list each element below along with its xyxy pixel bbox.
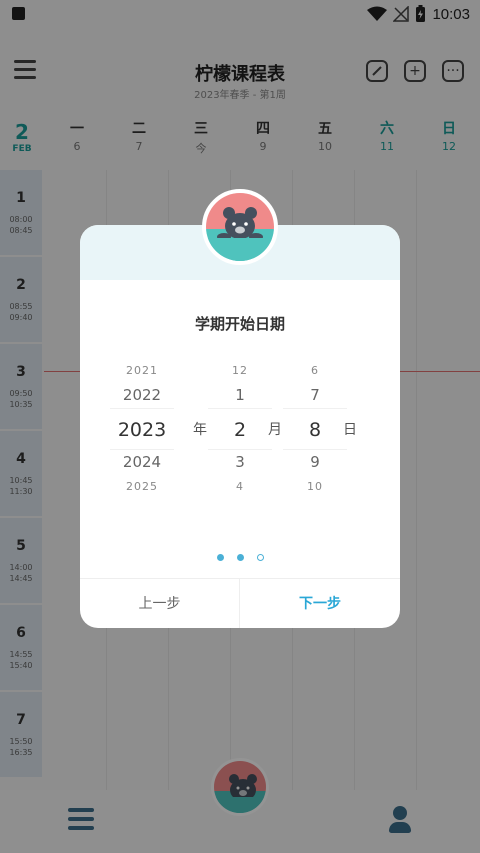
step-dot (256, 554, 264, 561)
picker-option[interactable]: 12 (208, 359, 272, 383)
step-indicator (80, 554, 400, 561)
month-unit-label: 月 (268, 422, 282, 438)
picker-selected[interactable]: 2 (208, 408, 272, 450)
picker-selected[interactable]: 2023 (110, 408, 174, 450)
picker-option[interactable]: 6 (283, 359, 347, 383)
picker-option[interactable]: 10 (283, 475, 347, 499)
step-dot (216, 554, 224, 561)
picker-option[interactable]: 2022 (110, 383, 174, 408)
bear-mascot-icon (206, 193, 274, 261)
day-unit-label: 日 (343, 422, 357, 438)
picker-option[interactable]: 2024 (110, 450, 174, 475)
day-picker[interactable]: 6 7 8 9 10 (283, 359, 347, 499)
previous-step-button[interactable]: 上一步 (80, 579, 240, 628)
picker-option[interactable]: 2021 (110, 359, 174, 383)
dialog-title: 学期开始日期 (194, 315, 285, 333)
dialog-mascot-avatar (202, 189, 278, 265)
picker-option[interactable]: 4 (208, 475, 272, 499)
picker-option[interactable]: 9 (283, 450, 347, 475)
picker-option[interactable]: 2025 (110, 475, 174, 499)
semester-start-dialog: 学期开始日期 2021 2022 2023 2024 2025 年 12 1 2… (80, 225, 400, 628)
picker-option[interactable]: 3 (208, 450, 272, 475)
month-picker[interactable]: 12 1 2 3 4 (208, 359, 272, 499)
picker-option[interactable]: 7 (283, 383, 347, 408)
step-dot (236, 554, 244, 561)
dialog-footer: 上一步 下一步 (80, 578, 400, 628)
picker-option[interactable]: 1 (208, 383, 272, 408)
picker-selected[interactable]: 8 (283, 408, 347, 450)
year-picker[interactable]: 2021 2022 2023 2024 2025 (110, 359, 174, 499)
next-step-button[interactable]: 下一步 (240, 579, 400, 628)
year-unit-label: 年 (193, 422, 207, 438)
